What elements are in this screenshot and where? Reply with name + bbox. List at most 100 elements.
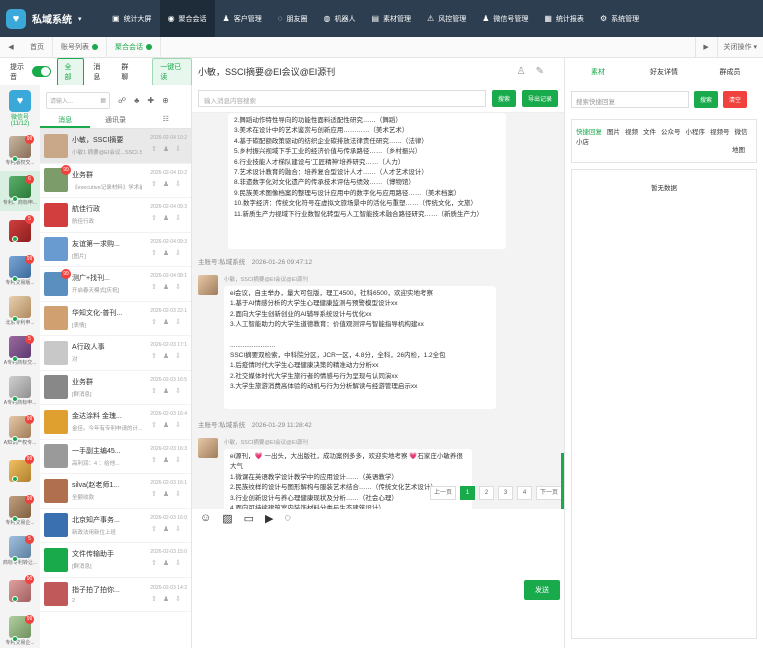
quick-reply-search-button[interactable]: 搜索 [694,90,719,108]
quick-reply-search-input[interactable]: 搜索快捷回复 [571,90,689,108]
tab-close-icon[interactable] [146,44,152,50]
conversation-item[interactable]: 北京知产事务... 2026-02-03 16:0 新政法用新位上班 ⇧♟⇩ [40,509,191,543]
account-item[interactable]: 5 [0,211,40,251]
pin-icon[interactable]: ⇩ [175,146,187,153]
page-3-button[interactable]: 3 [498,486,513,500]
mark-all-read-button[interactable]: 一键已读 [152,57,192,86]
category-item[interactable]: 小程序 [686,129,706,136]
filter-all-button[interactable]: 全部 [56,57,85,86]
account-item[interactable]: 6 专利、商标申... [0,171,40,211]
account-summary[interactable]: ♥ 微信号 (11/12) [0,85,40,131]
pin-icon[interactable]: ⇩ [175,526,187,533]
avatar[interactable] [198,275,218,295]
user-icon[interactable]: ♟ [163,457,175,464]
tab-friend-details[interactable]: 好友详情 [631,67,697,77]
pin-icon[interactable]: ⇩ [175,457,187,464]
account-item[interactable]: 5 商标专利转让... [0,531,40,571]
pin-icon[interactable]: ⇩ [175,250,187,257]
page-4-button[interactable]: 4 [517,486,532,500]
upload-icon[interactable]: ⇧ [151,596,163,603]
upload-icon[interactable]: ⇧ [151,491,163,498]
category-item[interactable]: 文件 [643,129,656,136]
conversation-search-input[interactable]: 请输入... ▦ [46,91,110,109]
user-icon[interactable]: ♟ [163,422,175,429]
upload-icon[interactable]: ⇧ [151,353,163,360]
filter-messages-button[interactable]: 消息 [86,59,112,85]
add-user-icon[interactable]: ✚ [147,96,154,105]
conversation-item[interactable]: 航佳行政 2026-02-04 09:3 航佳行政 ⇧♟⇩ [40,198,191,233]
tab-contacts[interactable]: 通讯录 [90,115,140,128]
conversation-item[interactable]: 业务群 2026-02-03 16:5 [群消息] ⇧♟⇩ [40,371,191,405]
category-item[interactable]: 公众号 [661,129,681,136]
tabs-scroll-left-icon[interactable]: ◀ [0,43,22,51]
category-item[interactable]: 快捷回复 [576,129,602,136]
upload-icon[interactable]: ⇧ [151,457,163,464]
pin-icon[interactable]: ⇩ [175,284,187,291]
upload-icon[interactable]: ⇧ [151,250,163,257]
account-item[interactable]: 90 [0,571,40,611]
calendar-icon[interactable]: ▦ [100,97,106,104]
pin-icon[interactable]: ⇩ [175,596,187,603]
nav-item[interactable]: ⚙ 系统管理 [592,0,647,37]
contacts-filter-icon[interactable]: ☍ [118,96,126,105]
message-search-input[interactable]: 输入消息内容搜索 [198,90,486,107]
conversation-item[interactable]: 一手副主编45... 2026-02-03 16:3 高利润：4 ：给他... ⇧♟⇩ [40,440,191,474]
account-item[interactable]: 5 A专利商标交... [0,331,40,371]
user-icon[interactable]: ♟ [163,181,175,188]
conversation-item[interactable]: 99 测广+找刊... 2026-02-04 08:1 开启春天模式[庆祝] ⇧♟⇩ [40,267,191,302]
conversation-item[interactable]: 友谊第一求购... 2026-02-04 09:3 [图片] ⇧♟⇩ [40,233,191,267]
nav-item[interactable]: ⚠ 风控管理 [419,0,474,37]
conversation-item[interactable]: A行政人事 2026-02-03 17:1 对 ⇧♟⇩ [40,336,191,371]
brand[interactable]: ♥ 私域系统 ▾ [0,8,100,29]
nav-item[interactable]: ▤ 素材管理 [363,0,419,37]
account-item[interactable]: 99 [0,451,40,491]
account-item[interactable]: 99 A知识产权专... [0,411,40,451]
upload-icon[interactable]: ⇧ [151,146,163,153]
upload-icon[interactable]: ⇧ [151,181,163,188]
close-operations-dropdown[interactable]: 关闭操作 ▾ [716,36,763,58]
next-page-button[interactable]: 下一页 [536,486,562,500]
pin-icon[interactable]: ⇩ [175,491,187,498]
tab-account-list[interactable]: 账号列表 [53,36,107,58]
user-icon[interactable]: ♟ [163,388,175,395]
pin-icon[interactable]: ⇩ [175,388,187,395]
account-item[interactable]: 99 专利交易版... [0,251,40,291]
upload-icon[interactable]: ⇧ [151,526,163,533]
nav-item[interactable]: ◌ 朋友圈 [270,0,316,37]
tab-more-icon[interactable]: ☷ [141,115,191,128]
add-icon[interactable]: ⊕ [162,96,169,105]
category-item[interactable]: 视频号 [710,129,730,136]
account-item[interactable]: 99 专利交易企... [0,611,40,648]
send-button[interactable]: 发送 [524,580,560,600]
account-item[interactable]: A专利商标申... [0,371,40,411]
upload-icon[interactable]: ⇧ [151,215,163,222]
video-icon[interactable]: ▶ [265,512,273,525]
user-icon[interactable]: ♟ [163,526,175,533]
page-2-button[interactable]: 2 [479,486,494,500]
conversation-item[interactable]: 小敏，SSCI摘要 2026-02-04 10:2 小敏1 摘要@EI会议...SS… [40,129,191,164]
prev-page-button[interactable]: 上一页 [430,486,456,500]
message-area[interactable]: 2.舞蹈动作特性导向的功能性面料适配性研究……（舞蹈） 3.美术在设计中的艺术鉴赏… [192,113,564,509]
conversation-item[interactable]: 文件传输助手 2026-02-03 15:0 [群消息] ⇧♟⇩ [40,543,191,578]
pin-icon[interactable]: ⇩ [175,560,187,567]
nav-item[interactable]: ♟ 微信号管理 [474,0,536,37]
conversation-item[interactable]: 指子拍了拍你... 2026-02-03 14:2 2 ⇧♟⇩ [40,578,191,612]
message-bubble[interactable]: ei会议，自主举办，量大可包版，理工4500，社科6500，欢迎实地考察 1.基于… [224,286,496,409]
category-map[interactable]: 地图 [732,144,745,154]
category-item[interactable]: 图片 [607,129,620,136]
filter-groups-button[interactable]: 群聊 [114,59,140,85]
avatar[interactable] [198,438,218,458]
tab-home[interactable]: 首页 [22,36,53,58]
message-bubble[interactable]: 2.舞蹈动作特性导向的功能性面料适配性研究……（舞蹈） 3.美术在设计中的艺术鉴赏… [228,113,506,249]
account-item[interactable]: 99 专利交易企... [0,491,40,531]
user-icon[interactable]: ♟ [163,284,175,291]
conversation-item[interactable]: 华知文化-普刊... 2026-02-03 22:1 [表情] ⇧♟⇩ [40,302,191,336]
tab-messages[interactable]: 消息 [40,115,91,128]
upload-icon[interactable]: ⇧ [151,319,163,326]
nav-item[interactable]: ◍ 机器人 [315,0,363,37]
edit-icon[interactable]: ✎ [536,66,554,77]
folder-icon[interactable]: ▭ [244,512,254,525]
account-item[interactable]: 99 专利版权交... [0,131,40,171]
pin-icon[interactable]: ⇩ [175,319,187,326]
upload-icon[interactable]: ⇧ [151,388,163,395]
